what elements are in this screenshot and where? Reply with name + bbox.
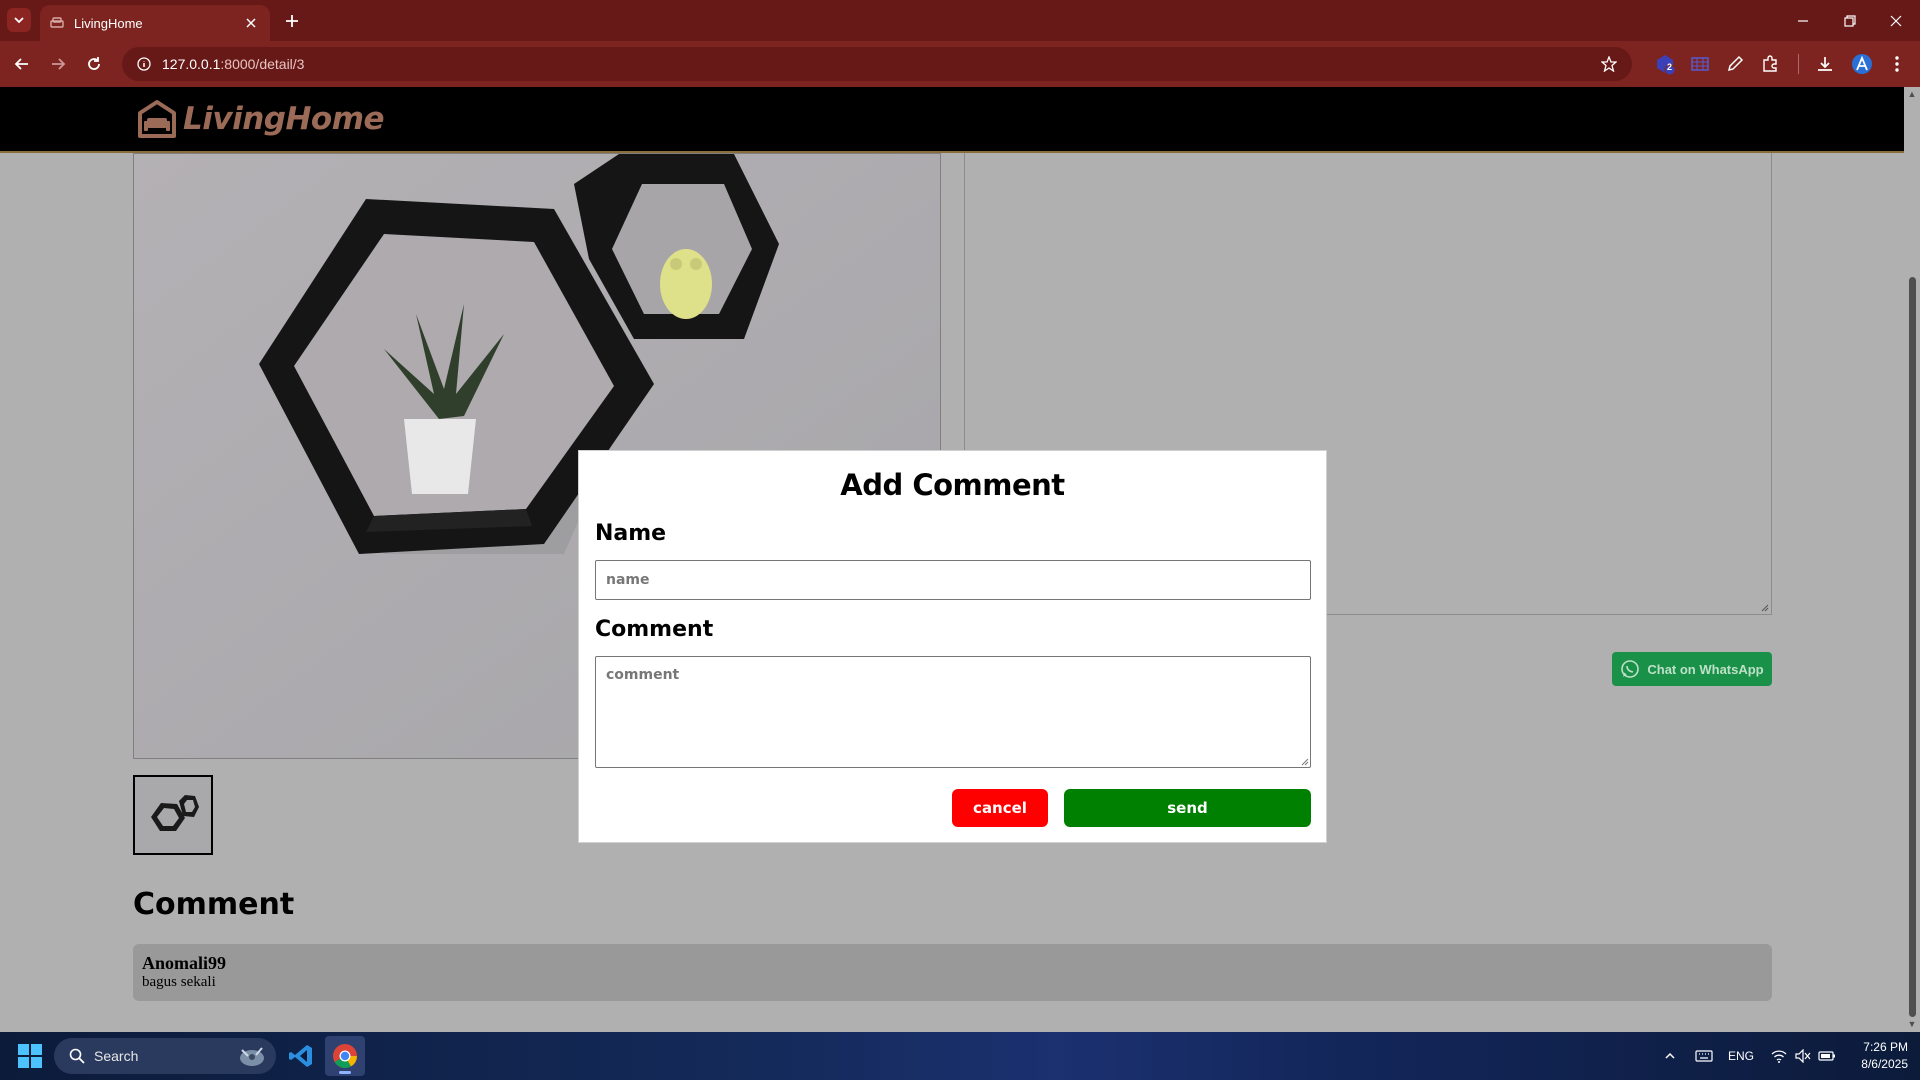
restore-icon	[1844, 14, 1856, 27]
name-label: Name	[595, 521, 667, 546]
window-close-button[interactable]	[1874, 0, 1918, 41]
minimize-icon	[1798, 19, 1808, 22]
windows-start-icon[interactable]	[18, 1044, 42, 1068]
product-thumbnail[interactable]	[133, 775, 213, 855]
search-label: Search	[94, 1048, 139, 1064]
tab-search-button[interactable]	[7, 8, 31, 32]
brand-name: LivingHome	[183, 101, 385, 137]
browser-toolbar: 127.0.0.1:8000/detail/3 2	[0, 41, 1920, 87]
sofa-favicon-icon	[50, 16, 64, 30]
resize-grip-icon[interactable]	[1761, 604, 1769, 612]
comment-text: bagus sekali	[142, 974, 216, 990]
whatsapp-label: Chat on WhatsApp	[1647, 661, 1764, 677]
browser-tab-active[interactable]: LivingHome	[40, 5, 270, 41]
cancel-button[interactable]: cancel	[952, 789, 1048, 827]
pen-extension-button[interactable]	[1721, 50, 1749, 78]
scroll-down-arrow-icon[interactable]: ▼	[1907, 1019, 1917, 1029]
reload-button[interactable]	[80, 50, 108, 78]
extensions-button[interactable]	[1756, 50, 1784, 78]
profile-avatar-icon	[1852, 54, 1872, 74]
kebab-menu-icon	[1895, 56, 1899, 72]
textarea-resize-grip-icon[interactable]	[1301, 758, 1309, 766]
taskbar-clock[interactable]: 7:26 PM 8/6/2025	[1844, 1039, 1908, 1073]
downloads-button[interactable]	[1811, 50, 1839, 78]
add-comment-modal: Add Comment Name Comment cancel send	[578, 450, 1327, 843]
modal-title: Add Comment	[840, 468, 1065, 502]
clock-date: 8/6/2025	[1861, 1057, 1908, 1071]
forward-button[interactable]	[44, 50, 72, 78]
name-input[interactable]	[595, 560, 1311, 600]
sofa-logo-icon	[138, 100, 176, 138]
hexagon-extension-icon	[1657, 55, 1676, 75]
taskbar-vscode[interactable]	[281, 1036, 321, 1076]
comment-item: Anomali99 bagus sekali	[133, 944, 1772, 1001]
tray-volume-button[interactable]	[1792, 1044, 1814, 1068]
tray-language[interactable]: ENG	[1726, 1044, 1756, 1068]
tab-close-icon[interactable]	[242, 14, 260, 32]
search-icon	[68, 1047, 86, 1065]
battery-icon	[1818, 1051, 1835, 1061]
send-button[interactable]: send	[1064, 789, 1311, 827]
bookmark-star-icon[interactable]	[1600, 55, 1618, 73]
volume-muted-icon	[1795, 1049, 1811, 1063]
tray-wifi-button[interactable]	[1768, 1044, 1790, 1068]
page-scrollbar[interactable]: ▲ ▼	[1904, 87, 1920, 1032]
comment-label: Comment	[595, 617, 714, 642]
arrow-left-icon	[14, 58, 28, 70]
site-logo[interactable]: LivingHome	[137, 99, 385, 139]
comments-heading: Comment	[133, 887, 295, 922]
tab-title: LivingHome	[74, 15, 143, 31]
extension-badge: 2	[1667, 62, 1673, 72]
toolbar-separator	[1798, 54, 1799, 74]
puzzle-icon	[1763, 55, 1777, 72]
scrollbar-thumb[interactable]	[1909, 277, 1916, 1017]
browser-tab-strip: LivingHome	[0, 0, 1920, 41]
chevron-up-icon	[1665, 1052, 1675, 1059]
browser-menu-button[interactable]	[1883, 50, 1911, 78]
search-highlight-icon	[240, 1047, 264, 1066]
pen-icon	[1727, 55, 1744, 72]
back-button[interactable]	[8, 50, 36, 78]
url-host: 127.0.0.1	[162, 56, 221, 72]
site-info-icon[interactable]	[136, 56, 152, 72]
clock-time: 7:26 PM	[1863, 1040, 1908, 1054]
close-icon	[1890, 15, 1902, 26]
download-icon	[1818, 57, 1832, 71]
comment-author: Anomali99	[142, 953, 227, 973]
hexagon-thumbnail-image	[151, 795, 199, 831]
extension-hex-button[interactable]: 2	[1651, 50, 1679, 78]
extension-grid-button[interactable]	[1686, 50, 1714, 78]
taskbar-chrome[interactable]	[325, 1036, 365, 1076]
chevron-down-icon	[14, 17, 24, 24]
page-content: LivingHome Chat on WhatsApp Comment Anom…	[0, 87, 1904, 1032]
reload-icon	[88, 57, 100, 70]
plus-icon	[286, 15, 298, 27]
whatsapp-chat-button[interactable]: Chat on WhatsApp	[1612, 652, 1772, 686]
chrome-icon	[333, 1044, 357, 1069]
restore-button[interactable]	[1828, 0, 1872, 41]
scroll-up-arrow-icon[interactable]: ▲	[1907, 89, 1917, 99]
tray-battery-button[interactable]	[1816, 1044, 1838, 1068]
site-header: LivingHome	[0, 87, 1904, 153]
taskbar-search[interactable]: Search	[54, 1038, 276, 1074]
grid-extension-icon	[1691, 57, 1709, 71]
profile-button[interactable]	[1848, 50, 1876, 78]
minimize-button[interactable]	[1781, 0, 1825, 41]
new-tab-button[interactable]	[279, 8, 305, 34]
arrow-right-icon	[52, 58, 66, 70]
vscode-icon	[289, 1045, 312, 1067]
active-app-indicator	[339, 1071, 351, 1074]
wifi-icon	[1771, 1050, 1787, 1063]
keyboard-icon	[1695, 1050, 1713, 1062]
windows-taskbar: Search ENG 7:26 PM 8/6/2025	[0, 1032, 1920, 1080]
address-bar[interactable]: 127.0.0.1:8000/detail/3	[122, 47, 1632, 81]
url-path: :8000/detail/3	[220, 56, 305, 72]
tray-overflow-button[interactable]	[1660, 1044, 1680, 1068]
tray-keyboard-button[interactable]	[1693, 1044, 1715, 1068]
whatsapp-icon	[1621, 660, 1640, 678]
comment-textarea[interactable]	[595, 656, 1311, 768]
